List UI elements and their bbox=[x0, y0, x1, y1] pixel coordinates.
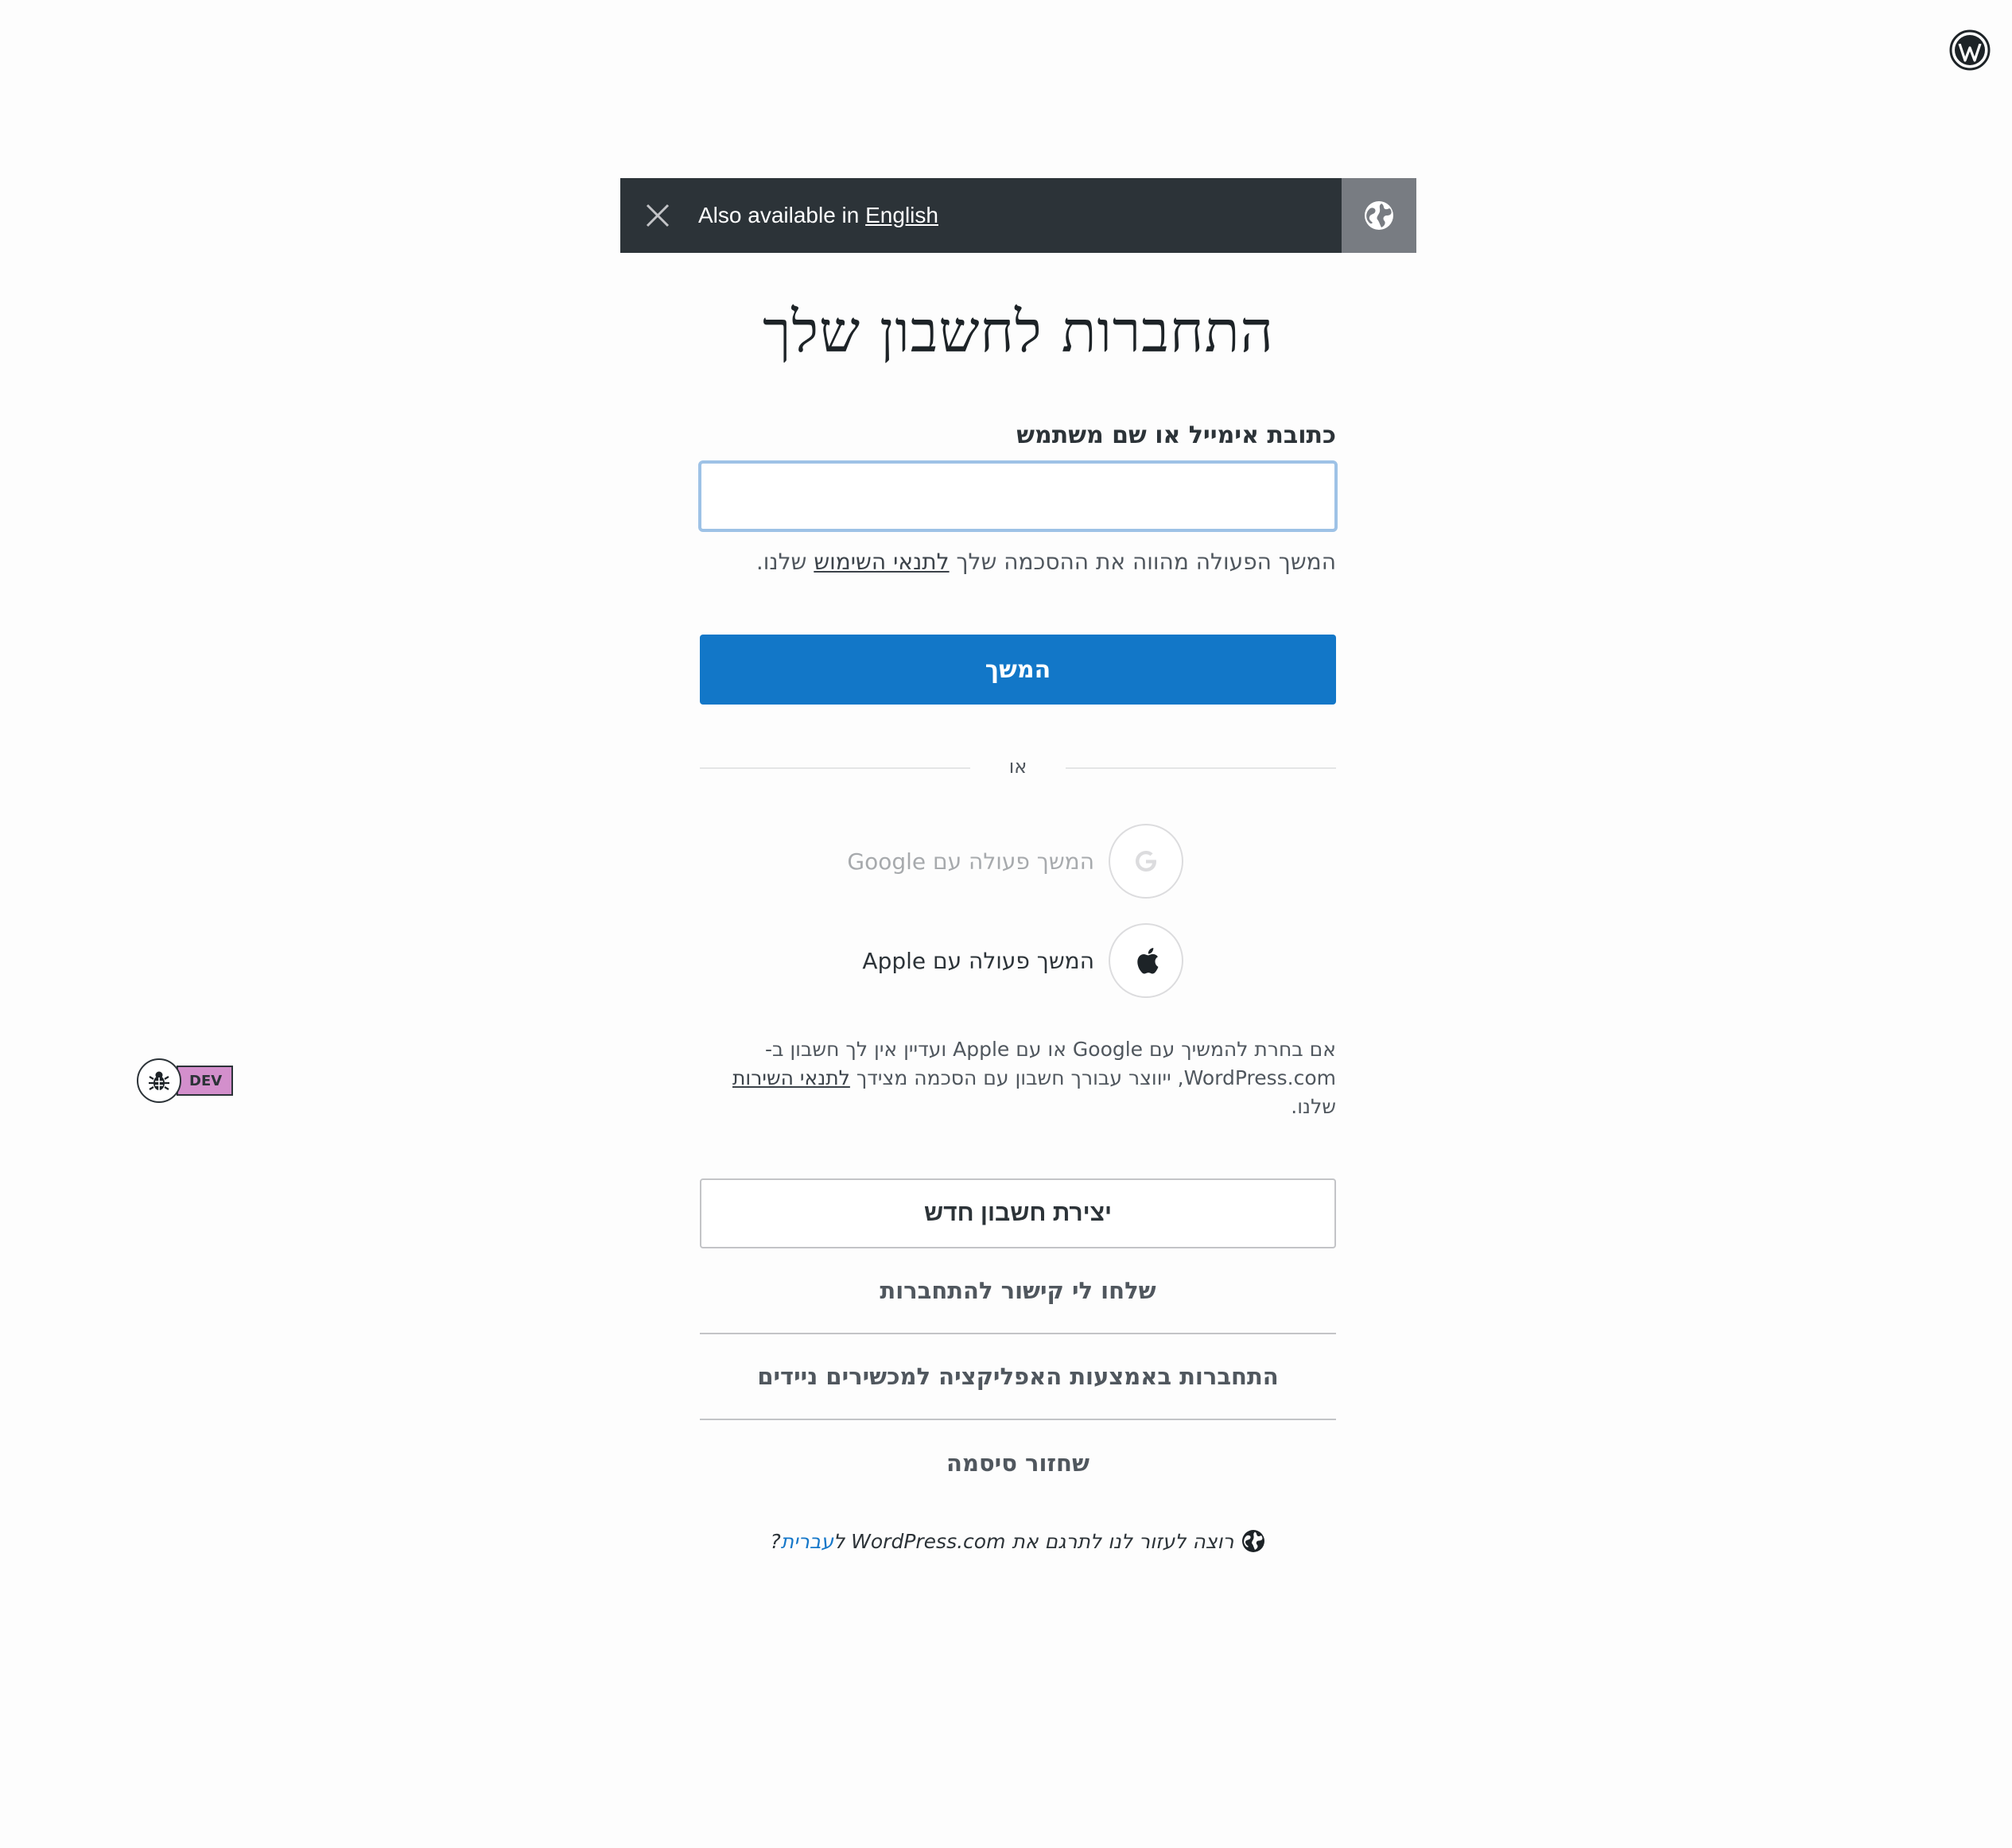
google-icon-circle bbox=[1109, 824, 1183, 899]
disclaimer-text-before: WordPress.com, ייווצר עבורך חשבון עם הסכ… bbox=[849, 1066, 1336, 1089]
translate-text: רוצה לעזור לנו לתרגם את WordPress.com ל bbox=[833, 1529, 1234, 1553]
social-disclaimer: אם בחרת להמשיך עם Google או עם Apple ועד… bbox=[700, 1035, 1336, 1121]
magic-link-button[interactable]: שלחו לי קישור להתחברות bbox=[700, 1248, 1336, 1334]
apple-login-label: המשך פעולה עם Apple bbox=[862, 947, 1094, 974]
bug-icon bbox=[149, 1071, 169, 1090]
terms-of-service-link[interactable]: לתנאי השירות bbox=[732, 1066, 850, 1089]
notice-text: Also available in English bbox=[695, 203, 1342, 228]
tos-notice: המשך הפעולה מהווה את ההסכמה שלך לתנאי הש… bbox=[700, 549, 1336, 575]
apple-icon-circle bbox=[1109, 923, 1183, 998]
globe-icon bbox=[1241, 1528, 1266, 1554]
disclaimer-line-2: WordPress.com, ייווצר עבורך חשבון עם הסכ… bbox=[700, 1064, 1336, 1121]
dev-badge-label: DEV bbox=[177, 1066, 234, 1096]
apple-login-button[interactable]: המשך פעולה עם Apple bbox=[795, 923, 1183, 998]
notice-globe-button[interactable] bbox=[1342, 178, 1416, 253]
notice-prefix: Also available in bbox=[698, 203, 860, 227]
language-notice: Also available in English bbox=[620, 178, 1416, 253]
close-icon bbox=[646, 204, 670, 227]
page-title: התחברות לחשבון שלך bbox=[763, 298, 1274, 365]
translate-prompt: רוצה לעזור לנו לתרגם את WordPress.com לע… bbox=[700, 1528, 1336, 1554]
mobile-app-login-link[interactable]: התחברות באמצעות האפליקציה למכשירים ניידי… bbox=[700, 1334, 1336, 1420]
tos-link[interactable]: לתנאי השימוש bbox=[814, 549, 949, 575]
or-divider: או bbox=[700, 755, 1336, 779]
tos-text-before: המשך הפעולה מהווה את ההסכמה שלך bbox=[949, 549, 1337, 575]
globe-icon bbox=[1365, 201, 1393, 230]
google-icon bbox=[1136, 851, 1156, 872]
apple-icon bbox=[1137, 948, 1159, 974]
email-input[interactable] bbox=[698, 460, 1338, 532]
create-account-button[interactable]: יצירת חשבון חדש bbox=[700, 1178, 1336, 1248]
or-label: או bbox=[1008, 755, 1027, 778]
notice-close-button[interactable] bbox=[620, 178, 695, 253]
dev-badge[interactable]: DEV bbox=[137, 1058, 234, 1103]
lost-password-link[interactable]: שחזור סיסמה bbox=[700, 1420, 1336, 1506]
wordpress-logo-icon[interactable] bbox=[1949, 29, 1991, 71]
tos-text-after: שלנו. bbox=[755, 549, 814, 575]
login-page: Also available in English התחברות לחשבון… bbox=[0, 0, 2012, 1848]
english-language-link[interactable]: English bbox=[865, 203, 938, 227]
translate-language-link[interactable]: עברית bbox=[781, 1530, 833, 1553]
bug-icon-circle bbox=[137, 1058, 181, 1103]
google-login-label: המשך פעולה עם Google bbox=[847, 848, 1094, 875]
google-login-button[interactable]: המשך פעולה עם Google bbox=[795, 824, 1183, 899]
disclaimer-line-1: אם בחרת להמשיך עם Google או עם Apple ועד… bbox=[764, 1038, 1336, 1061]
continue-button[interactable]: המשך bbox=[700, 635, 1336, 705]
email-label: כתובת אימייל או שם משתמש bbox=[1016, 421, 1336, 449]
divider-line-right bbox=[1066, 767, 1336, 769]
translate-suffix: ? bbox=[770, 1529, 781, 1553]
disclaimer-text-after: שלנו. bbox=[1291, 1095, 1336, 1118]
